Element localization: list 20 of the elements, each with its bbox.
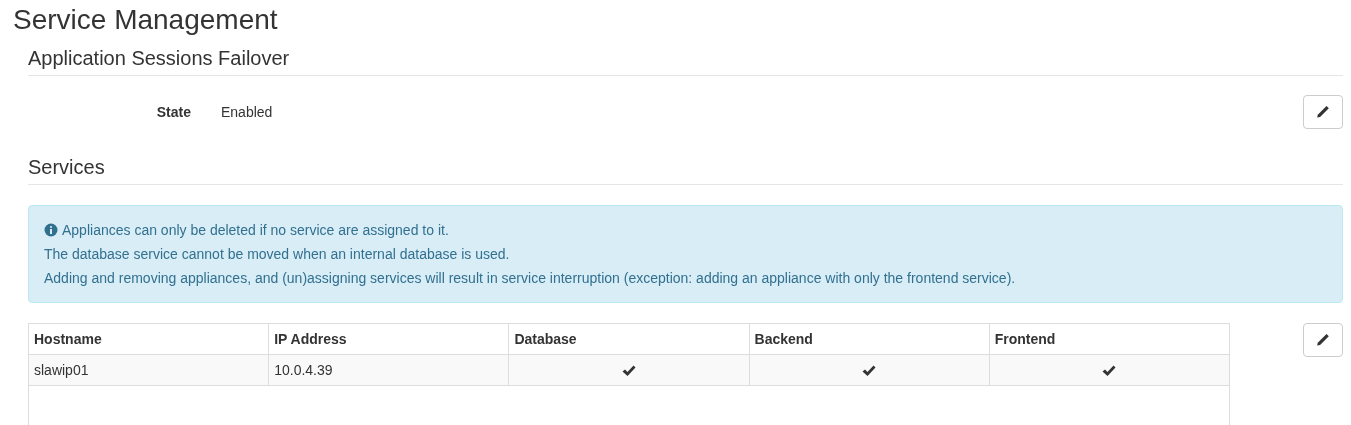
column-header: Hostname	[28, 323, 269, 355]
pencil-icon	[1316, 105, 1330, 119]
info-text: The database service cannot be moved when an internal database is used.	[44, 245, 510, 264]
section-heading: Application Sessions Failover	[28, 46, 1343, 76]
table-cell: 10.0.4.39	[268, 354, 509, 386]
column-header: Database	[508, 323, 750, 355]
edit-button[interactable]	[1303, 95, 1343, 129]
edit-button[interactable]	[1303, 323, 1343, 357]
column-header: Frontend	[989, 323, 1230, 355]
info-text: Appliances can only be deleted if no service are assigned to it.	[62, 221, 449, 240]
column-header: IP Address	[268, 323, 509, 355]
page-title: Service Management	[13, 4, 279, 36]
section-heading: Services	[28, 155, 1343, 185]
field-label: State	[155, 104, 192, 120]
field-value: Enabled	[221, 104, 273, 120]
column-header: Backend	[749, 323, 990, 355]
pencil-icon	[1316, 333, 1330, 347]
info-text: Adding and removing appliances, and (un)assigning services will result in service interruption (exception: adding an appliance with only the frontend service).	[44, 269, 1016, 288]
info-icon	[44, 223, 58, 237]
table-cell: slawip01	[28, 354, 269, 386]
